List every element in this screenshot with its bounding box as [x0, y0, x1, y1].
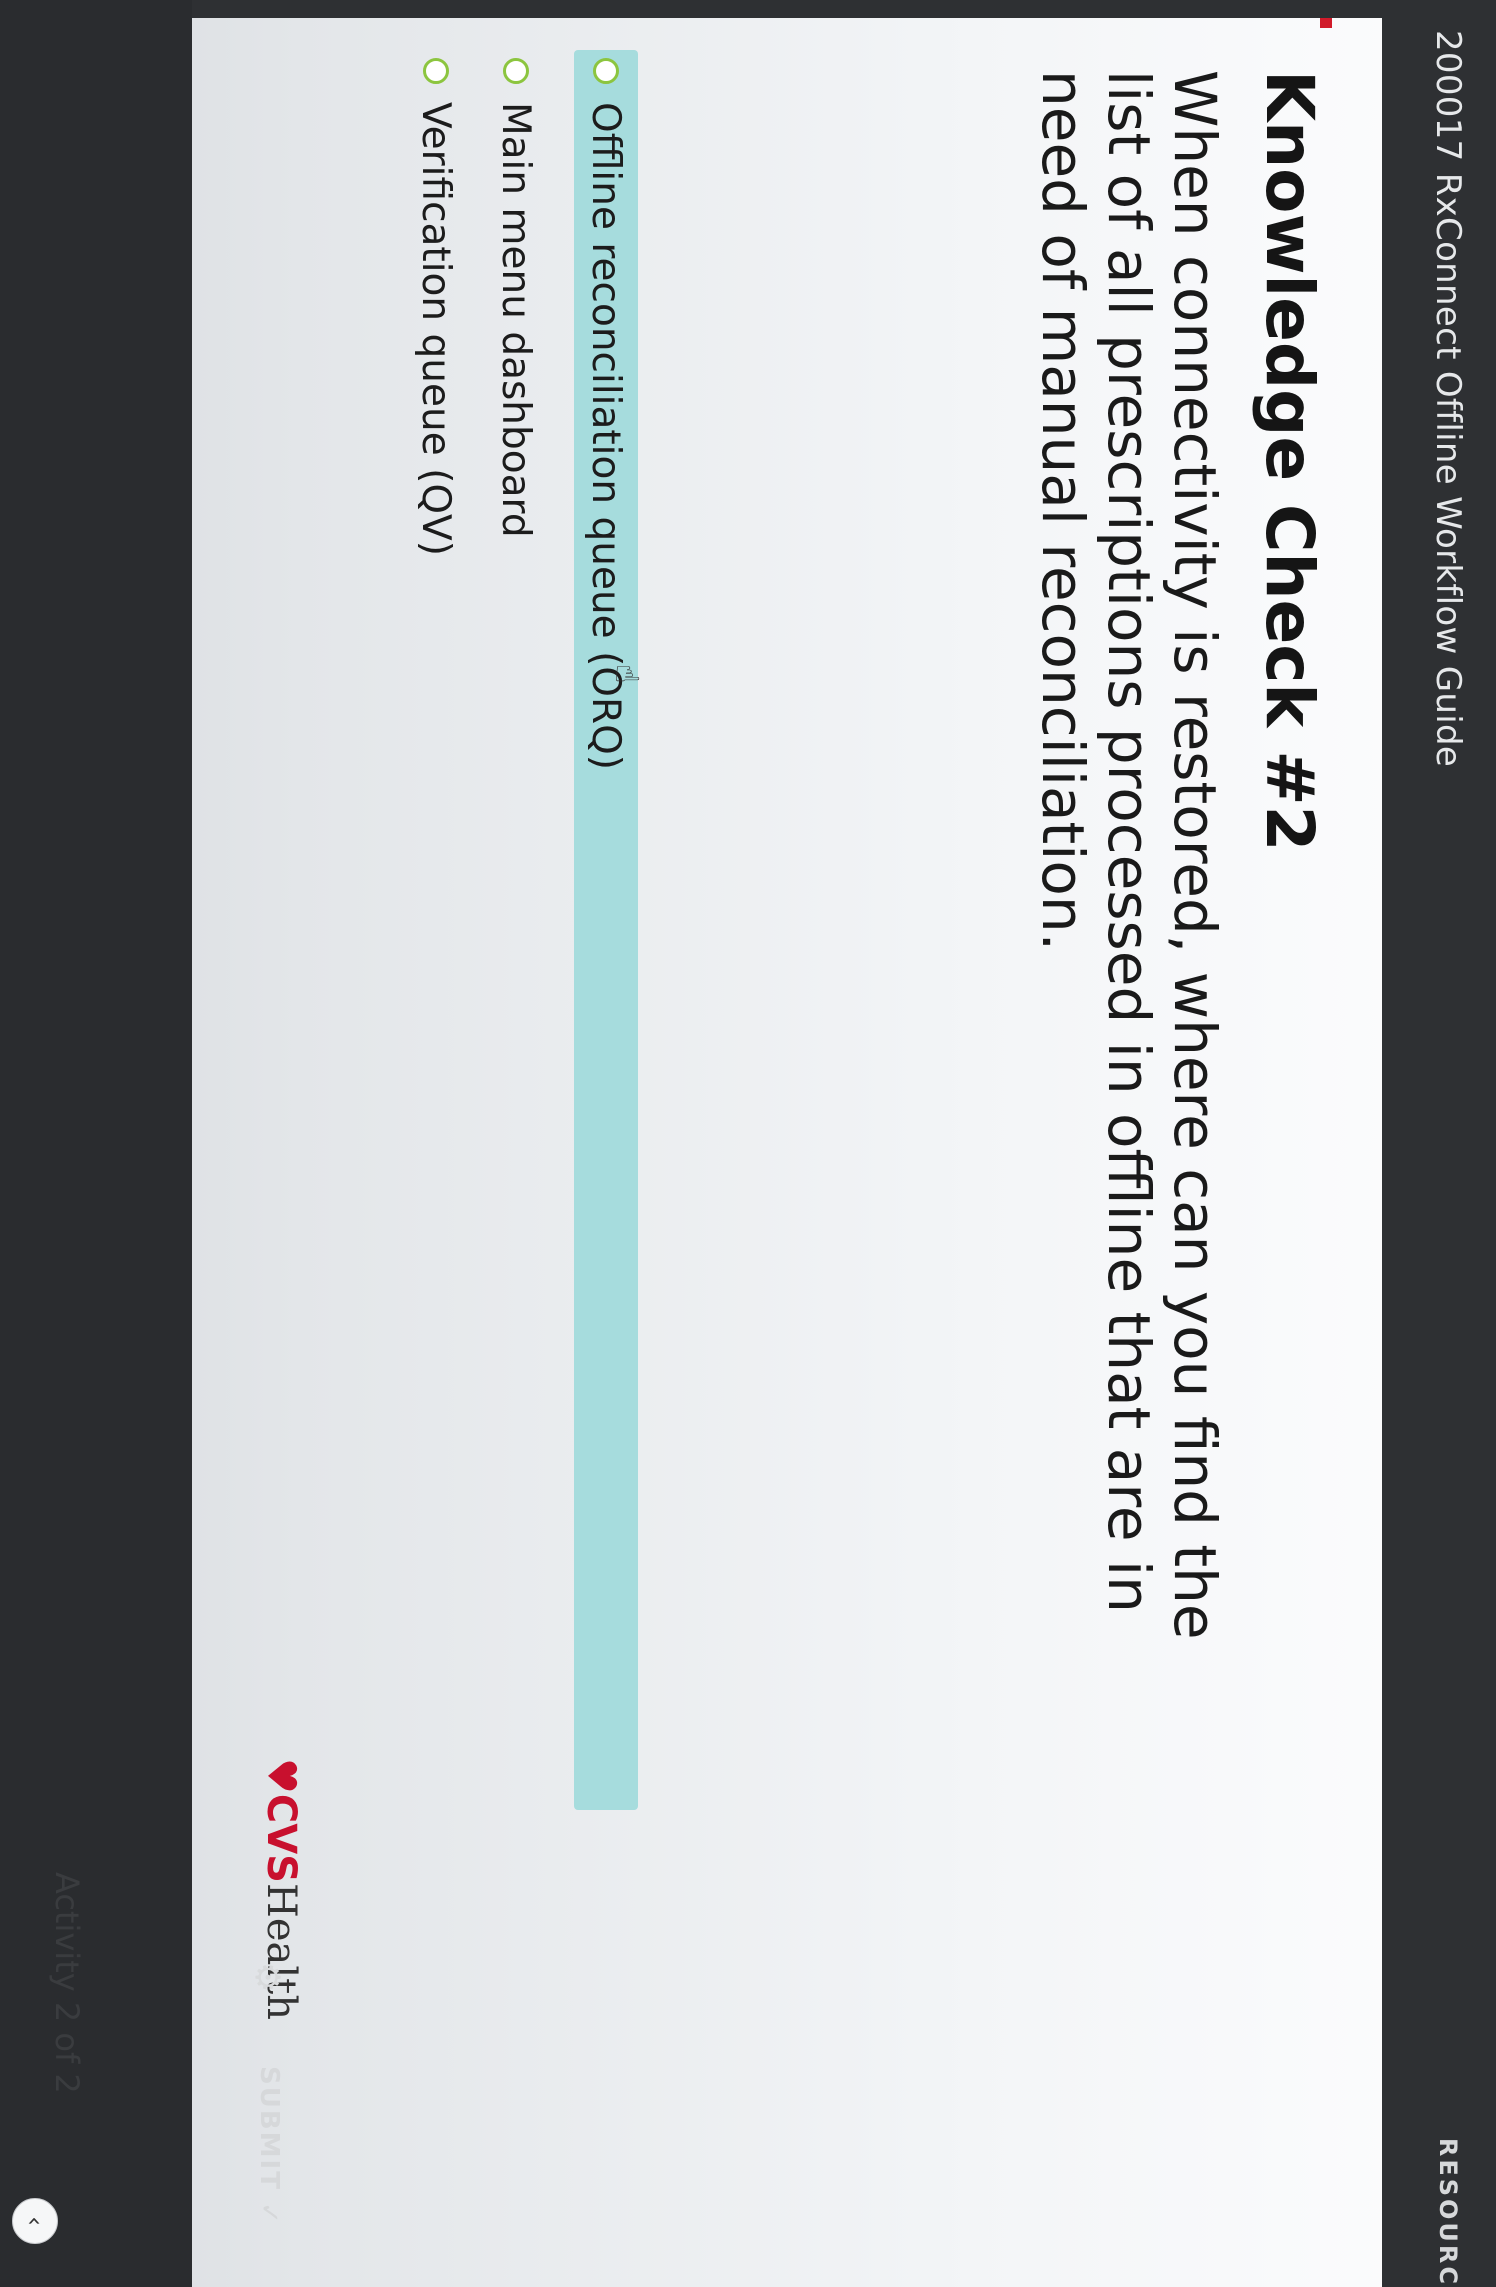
footer-bar [0, 0, 192, 2287]
radio-button[interactable] [593, 58, 619, 84]
side-bar [192, 0, 1382, 18]
question-text: When connectivity is restored, where can… [1029, 70, 1229, 1640]
answer-option-label: Main menu dashboard [493, 102, 539, 538]
submit-label: SUBMIT [254, 2066, 284, 2191]
radio-button[interactable] [423, 58, 449, 84]
top-bar: 200017 RxConnect Offline Workflow Guide … [1382, 0, 1496, 2287]
course-player: 200017 RxConnect Offline Workflow Guide … [0, 0, 1496, 2287]
answer-option-qv[interactable]: Verification queue (QV) [404, 50, 468, 610]
radio-button[interactable] [503, 58, 529, 84]
resources-menu[interactable]: RESOURC [1434, 2138, 1462, 2287]
answer-option-orq[interactable]: Offline reconciliation queue (ORQ) [574, 50, 638, 1810]
activity-counter: Activity 2 of 2 [48, 1872, 86, 2094]
logo-brand: CVS [258, 1793, 304, 1883]
logo-health: Health [258, 1882, 304, 2021]
answer-option-dashboard[interactable]: Main menu dashboard [484, 50, 548, 610]
heart-icon: ♥ [258, 1758, 304, 1794]
submit-button[interactable]: SUBMIT ✓ [254, 2066, 284, 2226]
chevron-left-icon[interactable]: ‹ [12, 2198, 58, 2244]
answer-option-label: Verification queue (QV) [413, 102, 459, 556]
course-title: 200017 RxConnect Offline Workflow Guide [1428, 30, 1468, 768]
heading-accent [1320, 18, 1332, 28]
hand-pointer-icon: ☝ [608, 664, 646, 684]
gear-icon[interactable]: ⚙ [247, 1962, 287, 1992]
page-title: Knowledge Check #2 [1251, 70, 1328, 852]
check-icon: ✓ [254, 2202, 284, 2226]
